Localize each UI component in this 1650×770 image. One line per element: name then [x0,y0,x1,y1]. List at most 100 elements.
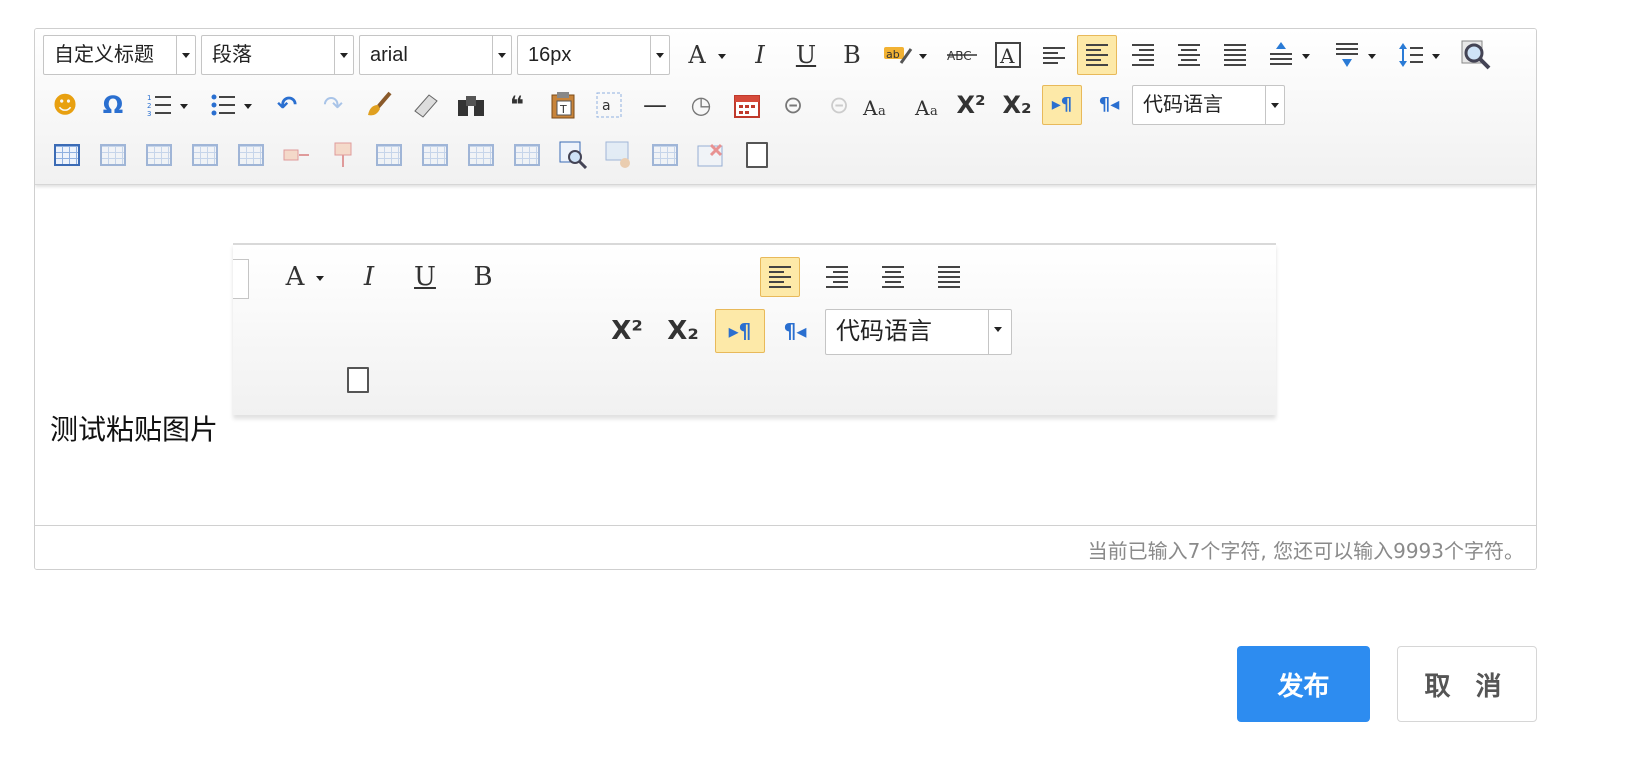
redo-button[interactable]: ↷ [313,85,353,125]
format-painter-button[interactable] [359,85,399,125]
font-size-select[interactable]: 16px [517,35,670,75]
row-spacing-bottom-button[interactable] [1327,35,1376,75]
insert-col-button[interactable] [139,135,179,175]
editor-content-area[interactable]: A I U B X² X₂ ▸¶ ¶◂ 代码语言 测试粘贴图片 [35,186,1536,526]
merge-down-button[interactable] [231,135,271,175]
delete-col-button[interactable] [415,135,455,175]
pasted-superscript-icon: X² [611,316,643,346]
align-left-icon [1086,44,1108,66]
merge-right-button[interactable] [185,135,225,175]
link-icon: ⊝ [782,91,804,119]
split-cells-button[interactable] [507,135,547,175]
unlink-icon: ⊝ [828,91,850,119]
pasted-align-justify-icon [929,257,969,297]
emoticon-button[interactable]: ☻ [45,85,85,125]
ordered-list-button[interactable]: 123 [139,85,188,125]
heading-select[interactable]: 自定义标题 [43,35,196,75]
split-cells-icon [514,144,540,166]
char-count-text: 当前已输入7个字符, 您还可以输入9993个字符。 [1087,539,1524,563]
to-uppercase-button[interactable]: Aa [909,85,949,125]
unordered-list-button[interactable] [203,85,252,125]
quote-icon: ❝ [509,91,525,119]
blockquote-button[interactable]: ❝ [497,85,537,125]
unordered-list-icon [211,94,235,116]
pasted-page-icon [347,367,369,393]
merge-right-icon [192,144,218,166]
direction-ltr-button[interactable]: ▸¶ [1042,85,1082,125]
row-spacing-top-button[interactable] [1261,35,1310,75]
pasted-ltr-icon: ▸¶ [715,309,765,353]
code-language-select[interactable]: 代码语言 [1132,85,1285,125]
align-right-button[interactable] [1123,35,1163,75]
delete-row-icon [376,144,402,166]
font-color-icon: A [688,41,706,69]
font-border-icon: A [995,42,1021,68]
line-height-button[interactable] [1391,35,1440,75]
special-char-button[interactable]: Ω [93,85,133,125]
to-lowercase-button[interactable]: Aa [857,85,897,125]
chevron-down-icon [1266,86,1284,124]
svg-text:A: A [862,96,878,119]
merge-cells-button[interactable] [461,135,501,175]
indent-button[interactable] [1034,35,1074,75]
case-icon: Aa [914,96,938,119]
split-cols-icon [334,142,352,167]
remove-format-button[interactable] [405,85,445,125]
fontborder-button[interactable]: A [988,35,1028,75]
svg-text:2: 2 [147,102,151,110]
cell-properties-button[interactable] [599,135,639,175]
font-family-select[interactable]: arial [359,35,512,75]
italic-button[interactable]: I [740,35,780,75]
direction-rtl-button[interactable]: ¶◂ [1089,85,1129,125]
undo-button[interactable]: ↶ [267,85,307,125]
paragraph-select[interactable]: 段落 [201,35,354,75]
paste-plain-button[interactable]: T [543,85,583,125]
subscript-button[interactable]: X₂ [997,85,1037,125]
pasted-italic-icon: I [363,262,375,292]
superscript-button[interactable]: X² [951,85,991,125]
line-height-icon [1399,43,1423,67]
svg-text:a: a [930,104,938,119]
align-justify-button[interactable] [1215,35,1255,75]
highlight-button[interactable]: ab [878,35,927,75]
align-left-button[interactable] [1077,35,1117,75]
link-button[interactable]: ⊝ [773,85,813,125]
binoculars-icon [458,96,484,116]
bold-button[interactable]: B [832,35,872,75]
insert-date-button[interactable] [727,85,767,125]
split-rows-button[interactable] [277,135,317,175]
bold-icon: B [843,41,861,69]
horizontal-rule-button[interactable]: — [635,85,675,125]
strikethrough-icon: ABC [947,49,977,63]
insert-time-button[interactable]: ◷ [681,85,721,125]
subscript-icon: X₂ [1002,91,1032,119]
search-replace-button[interactable] [1456,35,1496,75]
highlight-icon: ab [884,47,913,64]
page-break-button[interactable] [737,135,777,175]
merge-cells-icon [468,144,494,166]
insert-row-button[interactable] [93,135,133,175]
delete-row-button[interactable] [369,135,409,175]
chevron-down-icon [335,36,353,74]
strikethrough-button[interactable]: ABC [942,35,982,75]
split-cols-button[interactable] [323,135,363,175]
delete-table-button[interactable] [691,135,731,175]
cancel-button[interactable]: 取 消 [1397,646,1537,722]
toolbar-row-3 [35,135,1536,181]
spacing-bottom-icon [1336,43,1358,67]
insert-text-button[interactable]: a [589,85,629,125]
publish-button[interactable]: 发布 [1237,646,1370,722]
toolbar-row-1: 自定义标题 段落 arial 16px A I U B ab ABC A [35,35,1536,81]
table-properties-button[interactable] [553,135,593,175]
underline-button[interactable]: U [786,35,826,75]
align-center-button[interactable] [1169,35,1209,75]
unlink-button[interactable]: ⊝ [819,85,859,125]
insert-table-button[interactable] [47,135,87,175]
paste-icon: T [551,92,575,119]
underline-icon: U [795,41,817,69]
font-color-button[interactable]: A [677,35,726,75]
align-right-icon [1132,44,1154,66]
svg-text:a: a [602,98,611,114]
insert-caption-button[interactable] [645,135,685,175]
find-button[interactable] [451,85,491,125]
